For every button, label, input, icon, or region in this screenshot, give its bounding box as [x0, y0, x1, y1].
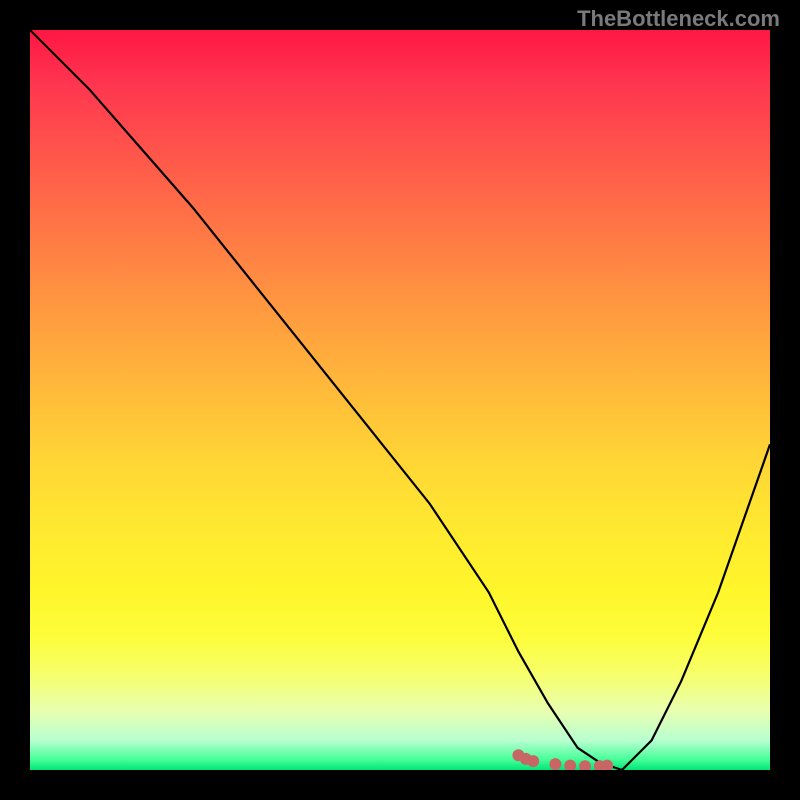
watermark-text: TheBottleneck.com [577, 6, 780, 32]
highlight-dot [601, 760, 613, 770]
plot-area [30, 30, 770, 770]
highlight-dots-group [512, 749, 613, 770]
highlight-dot [527, 755, 539, 767]
highlight-dot [564, 760, 576, 770]
bottleneck-curve-line [30, 30, 770, 770]
highlight-dot [549, 758, 561, 770]
curve-svg [30, 30, 770, 770]
highlight-dot [579, 760, 591, 770]
